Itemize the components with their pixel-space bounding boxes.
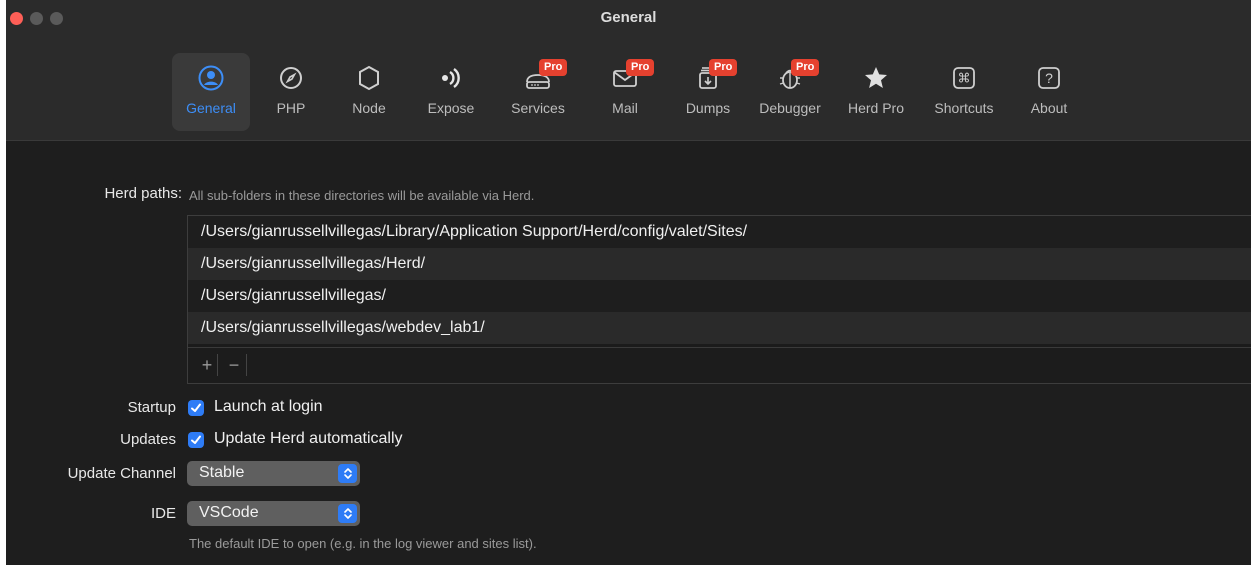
tab-expose[interactable]: Expose [421,53,481,131]
tab-label: Expose [427,100,475,116]
separator [246,354,247,376]
herd-paths-label: Herd paths: [104,185,182,202]
updates-label: Updates [120,431,176,448]
paths-list-toolbar: + − [188,347,1251,383]
tab-label: Services [511,100,565,116]
auto-update-checkbox[interactable] [188,432,204,448]
compass-icon [276,63,306,93]
update-channel-select[interactable]: Stable [187,461,360,486]
preferences-window: General General PHP Node Expose Pro Serv… [6,0,1251,565]
tab-shortcuts[interactable]: ⌘ Shortcuts [925,53,1003,131]
window-title: General [600,9,657,26]
person-circle-icon [196,63,226,93]
tab-label: About [1030,100,1068,116]
path-row[interactable]: /Users/gianrussellvillegas/webdev_lab1/ [188,312,1251,344]
tab-label: PHP [276,100,306,116]
update-channel-label: Update Channel [67,465,176,482]
tab-label: Herd Pro [847,100,905,116]
launch-at-login-label[interactable]: Launch at login [214,398,323,416]
tab-label: General [186,100,236,116]
tab-node[interactable]: Node [344,53,394,131]
path-row[interactable]: /Users/gianrussellvillegas/Library/Appli… [188,216,1251,248]
svg-text:?: ? [1045,70,1053,86]
tab-label: Debugger [759,100,821,116]
separator [217,354,218,376]
path-row[interactable]: /Users/gianrussellvillegas/ [188,280,1251,312]
question-icon: ? [1034,63,1064,93]
tab-debugger[interactable]: Pro Debugger [752,53,828,131]
ide-value: VSCode [199,504,259,521]
pro-badge: Pro [539,59,568,76]
chevron-up-down-icon [338,464,357,483]
tab-mail[interactable]: Pro Mail [602,53,655,131]
tab-dumps[interactable]: Pro Dumps [677,53,739,131]
tab-herd-pro[interactable]: Herd Pro [841,53,911,131]
hexagon-icon [354,63,384,93]
add-path-button[interactable]: + [197,354,217,376]
tab-label: Dumps [685,100,731,116]
ide-label: IDE [150,505,176,522]
title-bar: General General PHP Node Expose Pro Serv… [6,0,1251,141]
checkmark-icon [191,403,201,412]
broadcast-icon [436,63,466,93]
tab-label: Node [352,100,386,116]
update-channel-value: Stable [199,464,245,481]
auto-update-label[interactable]: Update Herd automatically [214,430,403,448]
ide-select[interactable]: VSCode [187,501,360,526]
path-row[interactable]: /Users/gianrussellvillegas/Herd/ [188,248,1251,280]
herd-paths-hint: All sub-folders in these directories wil… [189,188,535,203]
star-icon [861,63,891,93]
tab-label: Mail [612,100,638,116]
launch-at-login-checkbox[interactable] [188,400,204,416]
tab-label: Shortcuts [934,100,994,116]
svg-text:⌘: ⌘ [958,72,971,87]
ide-hint: The default IDE to open (e.g. in the log… [189,536,537,551]
pro-badge: Pro [626,59,655,76]
pro-badge: Pro [791,59,820,76]
tab-general[interactable]: General [172,53,250,131]
herd-paths-list: /Users/gianrussellvillegas/Library/Appli… [187,215,1251,384]
remove-path-button[interactable]: − [224,354,244,376]
checkmark-icon [191,435,201,444]
chevron-up-down-icon [338,504,357,523]
tab-about[interactable]: ? About [1018,53,1080,131]
command-icon: ⌘ [949,63,979,93]
general-settings-panel: Herd paths: All sub-folders in these dir… [6,141,1251,565]
startup-label: Startup [127,399,176,416]
tab-php[interactable]: PHP [268,53,314,131]
tab-services[interactable]: Pro Services [502,53,574,131]
pro-badge: Pro [709,59,738,76]
